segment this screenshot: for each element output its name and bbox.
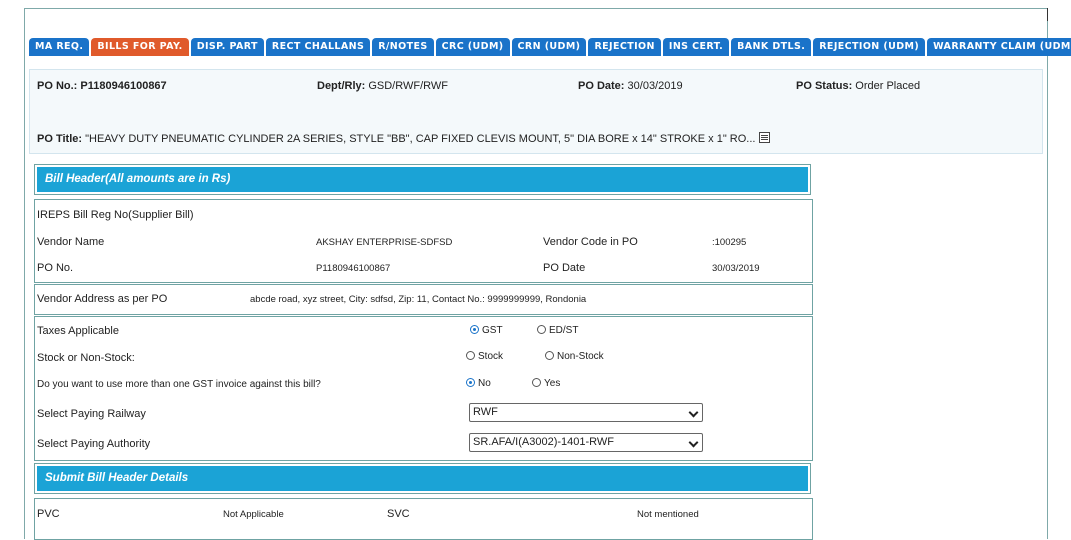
submit-bill-header-title: Submit Bill Header Details [37,466,808,491]
radio-no[interactable]: No [466,377,491,389]
tab-rejection-udm[interactable]: REJECTION (UDM) [813,38,926,56]
radio-gst[interactable]: GST [470,324,503,336]
tab-crc-udm[interactable]: CRC (UDM) [435,38,510,56]
po-dept: Dept/Rly: GSD/RWF/RWF [317,80,448,92]
radio-gst-button[interactable] [470,324,479,334]
radio-ed-st[interactable]: ED/ST [537,324,578,336]
paying-authority-label: Select Paying Authority [37,438,151,450]
vendor-address-label: Vendor Address as per PO [37,293,168,305]
radio-ed-st-button[interactable] [537,324,546,334]
taxes-label: Taxes Applicable [37,325,119,337]
pvc-label: PVC [37,508,60,520]
text-cursor [1047,8,1048,21]
tab-rejection[interactable]: REJECTION [588,38,661,56]
bill-header-title: Bill Header(All amounts are in Rs) [37,167,808,192]
po-no-value: P1180946100867 [316,263,391,274]
ireps-bill-reg-label: IREPS Bill Reg No(Supplier Bill) [37,209,194,221]
tab-disp-part[interactable]: DISP. PART [190,38,264,56]
stock-label: Stock or Non-Stock: [37,352,135,364]
paying-railway-label: Select Paying Railway [37,408,146,420]
po-title-value: "HEAVY DUTY PNEUMATIC CYLINDER 2A SERIES… [85,133,756,145]
radio-non-stock[interactable]: Non-Stock [545,350,604,362]
tab-ins-cert[interactable]: INS CERT. [662,38,730,56]
tab-bank-dtls[interactable]: BANK DTLS. [731,38,812,56]
po-status: PO Status: Order Placed [796,80,921,92]
document-icon[interactable] [759,131,771,143]
po-date: PO Date: 30/03/2019 [578,80,683,92]
submit-bill-header-bar: Submit Bill Header Details [34,463,811,494]
vendor-name-label: Vendor Name [37,236,105,248]
po-dept-value: GSD/RWF/RWF [368,80,448,92]
chevron-down-icon [688,437,699,448]
tab-crn-udm[interactable]: CRN (UDM) [511,38,587,56]
vendor-name-value: AKSHAY ENTERPRISE-SDFSD [316,237,453,248]
bill-header-bar: Bill Header(All amounts are in Rs) [34,164,811,195]
po-info-panel: PO No.: P1180946100867 Dept/Rly: GSD/RWF… [29,69,1043,154]
po-date-label: PO Date [543,262,586,274]
tab-ma-req[interactable]: MA REQ. [29,38,90,56]
radio-yes-button[interactable] [532,377,541,387]
po-number: PO No.: P1180946100867 [37,80,167,92]
vendor-code-value: :100295 [712,237,747,248]
tab-rect-challans[interactable]: RECT CHALLANS [265,38,371,56]
bill-header-details: IREPS Bill Reg No(Supplier Bill) Vendor … [34,199,813,283]
vendor-address-value: abcde road, xyz street, City: sdfsd, Zip… [250,294,587,305]
tab-r-notes[interactable]: R/NOTES [372,38,434,56]
radio-stock[interactable]: Stock [466,350,503,362]
multi-gst-label: Do you want to use more than one GST inv… [37,379,321,390]
radio-yes[interactable]: Yes [532,377,560,389]
po-no-label: PO No. [37,262,74,274]
chevron-down-icon [688,407,699,418]
radio-non-stock-button[interactable] [545,350,554,360]
paying-railway-select[interactable]: RWF [469,403,703,422]
po-status-value: Order Placed [855,80,921,92]
vendor-code-label: Vendor Code in PO [543,236,638,248]
svc-value: Not mentioned [637,509,699,520]
tab-warranty-claim-udm[interactable]: WARRANTY CLAIM (UDM) [927,38,1071,56]
tab-bills-for-pay[interactable]: BILLS FOR PAY. [91,38,189,56]
pvc-svc-row: PVC Not Applicable SVC Not mentioned [34,498,813,540]
radio-no-button[interactable] [466,377,475,387]
po-date-value: 30/03/2019 [627,80,683,92]
pvc-value: Not Applicable [223,509,284,520]
tab-bar: MA REQ. BILLS FOR PAY. DISP. PART RECT C… [29,38,1071,56]
radio-stock-button[interactable] [466,350,475,360]
po-number-value: P1180946100867 [80,80,167,92]
po-date-value-bill: 30/03/2019 [712,263,760,274]
svc-label: SVC [387,508,410,520]
po-title: PO Title: "HEAVY DUTY PNEUMATIC CYLINDER… [37,131,771,145]
paying-authority-select[interactable]: SR.AFA/I(A3002)-1401-RWF [469,433,703,452]
vendor-address-row: Vendor Address as per PO abcde road, xyz… [34,284,813,315]
